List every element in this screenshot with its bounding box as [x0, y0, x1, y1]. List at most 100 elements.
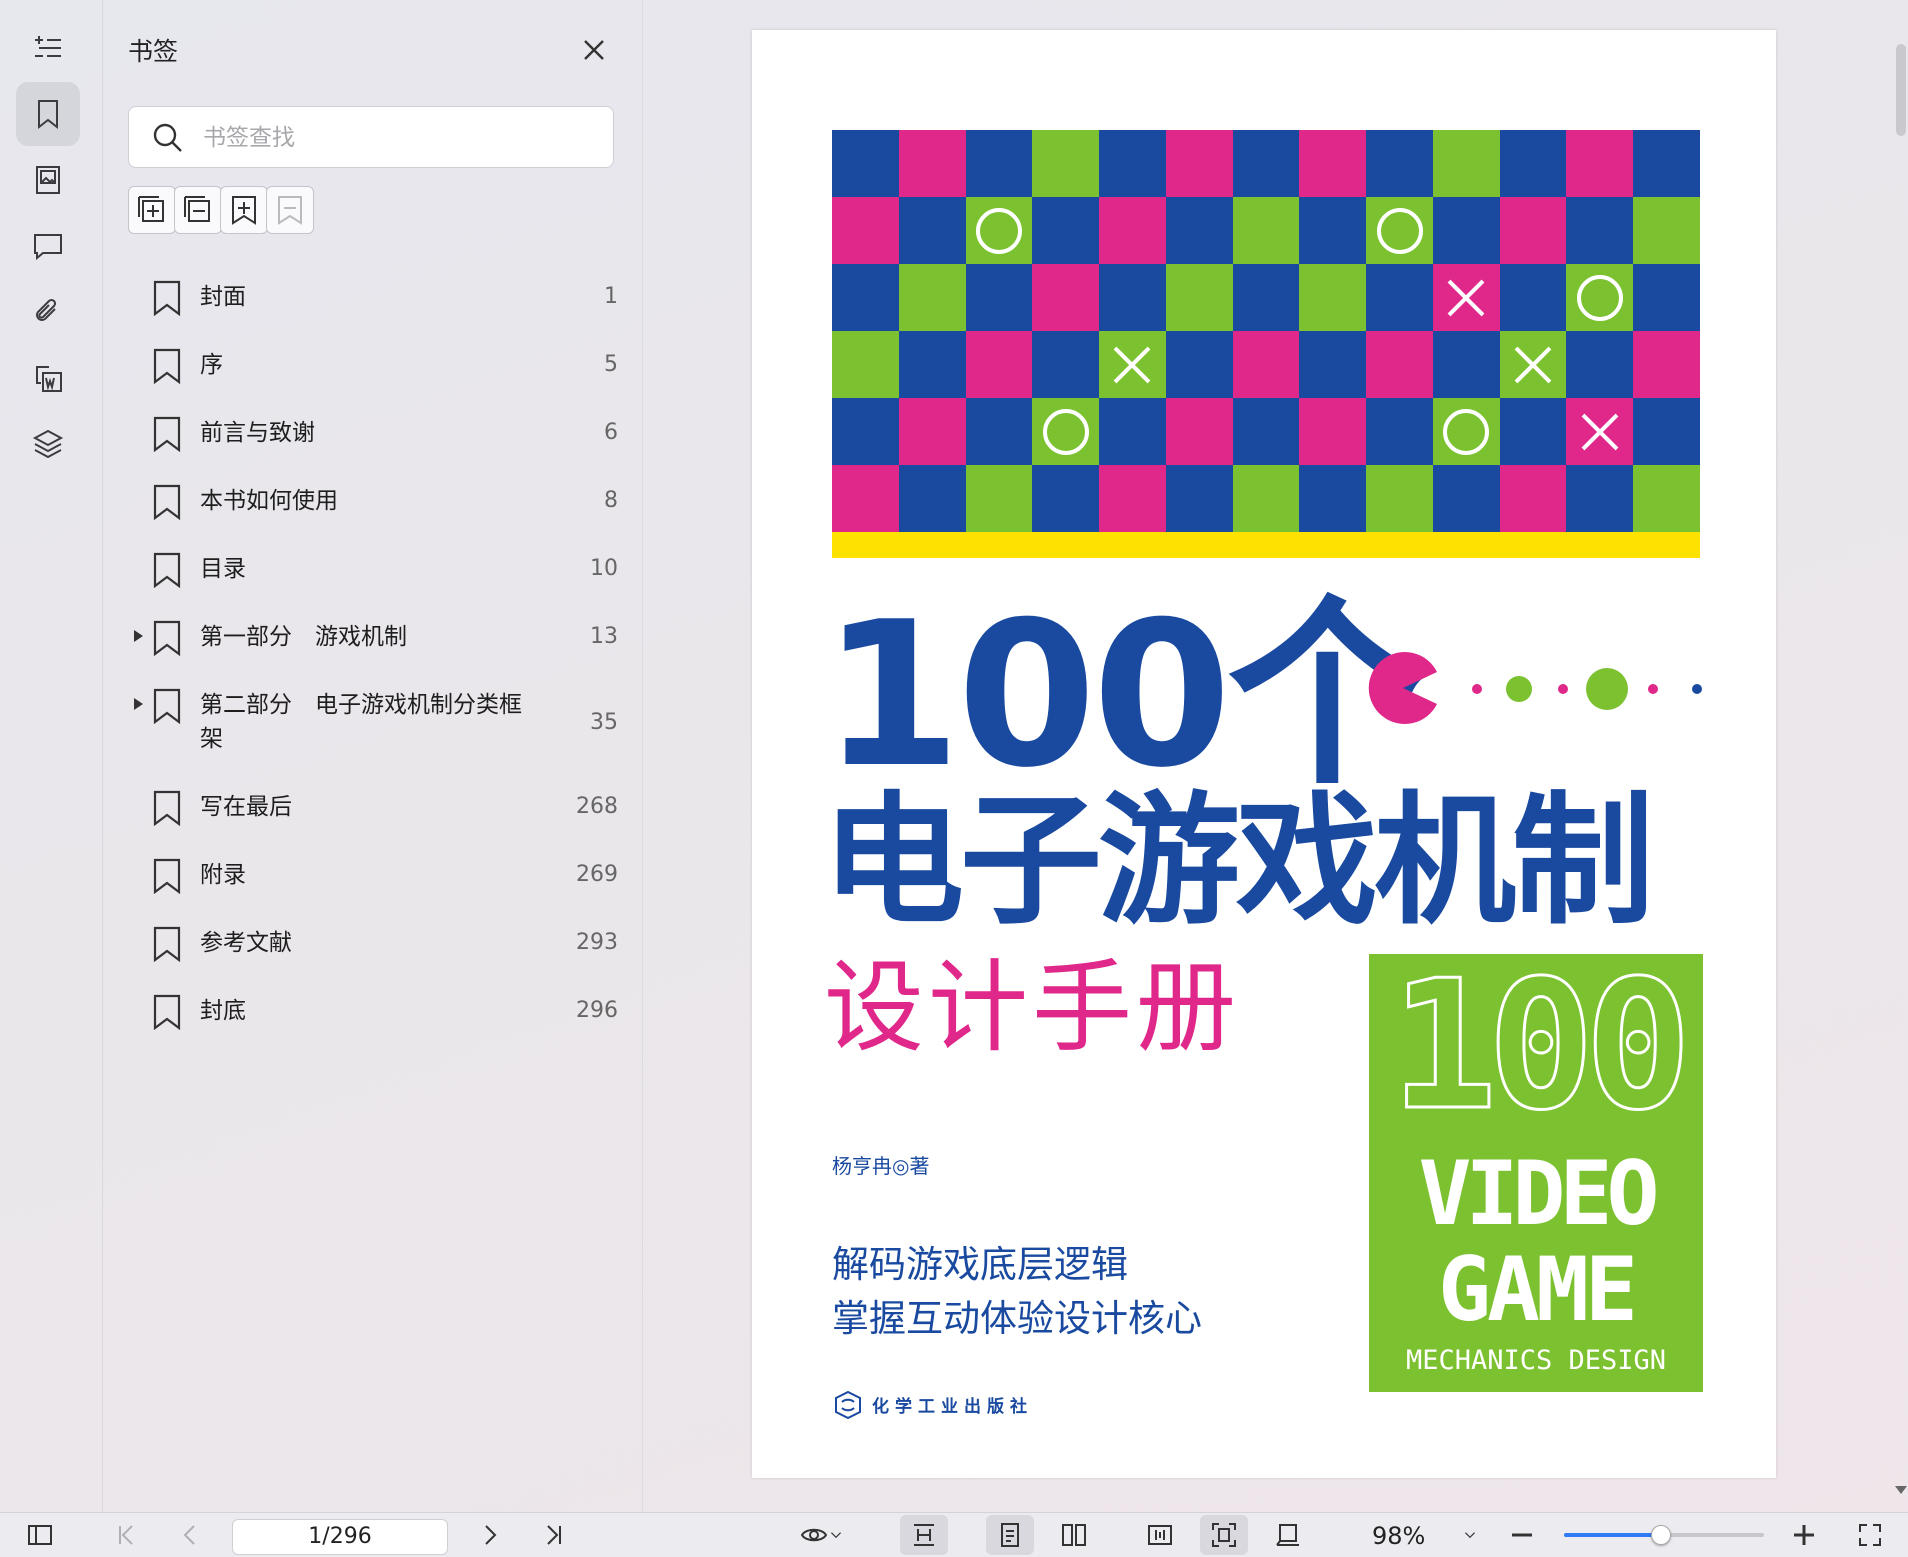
document-view[interactable]: 100个 电子游戏机制 设计手册 杨亨冉◎著 解码游戏底层逻辑 掌握互动体验设计…	[643, 0, 1908, 1512]
zoom-out-button[interactable]	[1502, 1515, 1542, 1555]
bookmark-item[interactable]: 目录 10	[128, 536, 618, 604]
bookmark-item[interactable]: 写在最后 268	[128, 774, 618, 842]
single-page-icon	[1001, 1523, 1019, 1547]
zoom-in-button[interactable]	[1784, 1515, 1824, 1555]
bookmark-icon	[152, 790, 182, 827]
insert-bookmark-button[interactable]	[220, 186, 268, 234]
add-bookmark-button[interactable]	[128, 186, 176, 234]
fullscreen-button[interactable]	[1850, 1515, 1890, 1555]
checker-cell	[1099, 331, 1166, 398]
checker-cell	[1165, 465, 1233, 532]
fit-width-button[interactable]	[1136, 1515, 1184, 1555]
checker-cell	[1499, 331, 1567, 398]
toggle-sidebar-button[interactable]	[20, 1515, 60, 1555]
outline-button[interactable]	[16, 16, 80, 80]
checker-cell	[1366, 331, 1433, 398]
bookmark-icon	[152, 858, 182, 895]
fit-page-height-button[interactable]	[900, 1515, 948, 1555]
bookmark-page: 268	[576, 794, 618, 819]
bookmark-item[interactable]: 本书如何使用 8	[128, 468, 618, 536]
add-child-bookmark-button[interactable]	[174, 186, 222, 234]
previous-page-button[interactable]	[170, 1515, 210, 1555]
layers-icon	[32, 429, 64, 459]
box-video: VIDEO	[1418, 1142, 1660, 1245]
next-page-button[interactable]	[470, 1515, 510, 1555]
comment-button[interactable]	[16, 214, 80, 278]
layers-button[interactable]	[16, 412, 80, 476]
checker-cell	[1165, 197, 1233, 264]
search-icon	[153, 123, 182, 152]
cover-slogan: 解码游戏底层逻辑 掌握互动体验设计核心	[832, 1238, 1202, 1346]
bookmark-item[interactable]: 封底 296	[128, 978, 618, 1046]
chevron-right-icon	[485, 1525, 497, 1545]
bookmark-page: 293	[576, 930, 618, 955]
first-page-icon	[119, 1525, 133, 1545]
bookmark-item[interactable]: 参考文献 293	[128, 910, 618, 978]
checker-cell	[1499, 130, 1567, 197]
bookmark-item[interactable]: 封面 1	[128, 264, 618, 332]
checker-cell	[1032, 465, 1100, 532]
vertical-scrollbar-thumb[interactable]	[1896, 44, 1906, 136]
rotate-page-button[interactable]	[1264, 1515, 1312, 1555]
bookmark-search-input[interactable]	[201, 119, 585, 157]
fit-page-button[interactable]	[1200, 1515, 1248, 1555]
zoom-slider-handle[interactable]	[1651, 1525, 1671, 1545]
checker-cell	[1165, 331, 1233, 398]
eye-icon	[800, 1528, 828, 1542]
thumbnail-button[interactable]	[16, 148, 80, 212]
cover-title-line2: 电子游戏机制	[822, 779, 1654, 944]
page-number-field[interactable]: 1/296	[232, 1519, 448, 1555]
bookmark-label: 封底	[200, 998, 246, 1024]
bookmark-icon	[152, 688, 182, 725]
bookmark-item[interactable]: 前言与致谢 6	[128, 400, 618, 468]
bookmark-icon	[38, 100, 58, 130]
bookmark-item[interactable]: 序 5	[128, 332, 618, 400]
checker-cell	[1633, 398, 1700, 465]
two-page-button[interactable]	[1050, 1515, 1098, 1555]
close-panel-button[interactable]	[576, 32, 612, 68]
plus-icon	[1794, 1525, 1814, 1545]
pellet-dot	[1692, 684, 1702, 694]
checker-cell	[1099, 130, 1166, 197]
convert-button[interactable]	[16, 346, 80, 410]
checker-cell	[1299, 331, 1367, 398]
expand-arrow-icon[interactable]	[134, 698, 143, 710]
checker-cell	[1499, 197, 1567, 264]
checker-cell	[1633, 130, 1700, 197]
first-page-button[interactable]	[106, 1515, 146, 1555]
cross-mark-icon	[1444, 276, 1488, 320]
bookmark-page: 35	[590, 710, 618, 735]
bookmark-item[interactable]: 附录 269	[128, 842, 618, 910]
checker-cell	[1165, 398, 1233, 465]
pellet-dot	[1586, 668, 1628, 710]
checker-cell	[1366, 197, 1433, 264]
checker-cell	[1032, 130, 1100, 197]
attachment-button[interactable]	[16, 280, 80, 344]
bookmark-label: 第二部分 电子游戏机制分类框架	[200, 692, 522, 752]
bookmark-icon	[152, 348, 182, 385]
single-page-button[interactable]	[986, 1515, 1034, 1555]
pellet-dot	[1472, 684, 1482, 694]
checker-cell	[1633, 197, 1700, 264]
publisher-name: 化学工业出版社	[872, 1396, 1033, 1417]
last-page-button[interactable]	[534, 1515, 574, 1555]
bookmark-tab-button[interactable]	[16, 82, 80, 146]
bookmark-item[interactable]: 第一部分 游戏机制 13	[128, 604, 618, 672]
bookmark-label: 序	[200, 352, 223, 378]
bookmark-label: 写在最后	[200, 794, 292, 820]
bookmark-page: 5	[604, 352, 618, 377]
zoom-level[interactable]: 98%	[1372, 1519, 1425, 1553]
zoom-slider[interactable]	[1564, 1525, 1764, 1545]
panel-title: 书签	[128, 37, 179, 66]
checker-cell	[965, 465, 1033, 532]
delete-bookmark-button[interactable]	[266, 186, 314, 234]
expand-arrow-icon[interactable]	[134, 630, 143, 642]
two-page-icon	[1062, 1524, 1086, 1546]
checker-cell	[1099, 264, 1166, 331]
bookmark-icon	[152, 620, 182, 657]
scroll-down-arrow-icon[interactable]	[1895, 1486, 1907, 1494]
zoom-dropdown-button[interactable]	[1452, 1515, 1488, 1555]
bookmark-item[interactable]: 第二部分 电子游戏机制分类框架 35	[128, 672, 618, 774]
view-mode-dropdown[interactable]	[790, 1515, 854, 1555]
pdf-page: 100个 电子游戏机制 设计手册 杨亨冉◎著 解码游戏底层逻辑 掌握互动体验设计…	[752, 30, 1776, 1478]
